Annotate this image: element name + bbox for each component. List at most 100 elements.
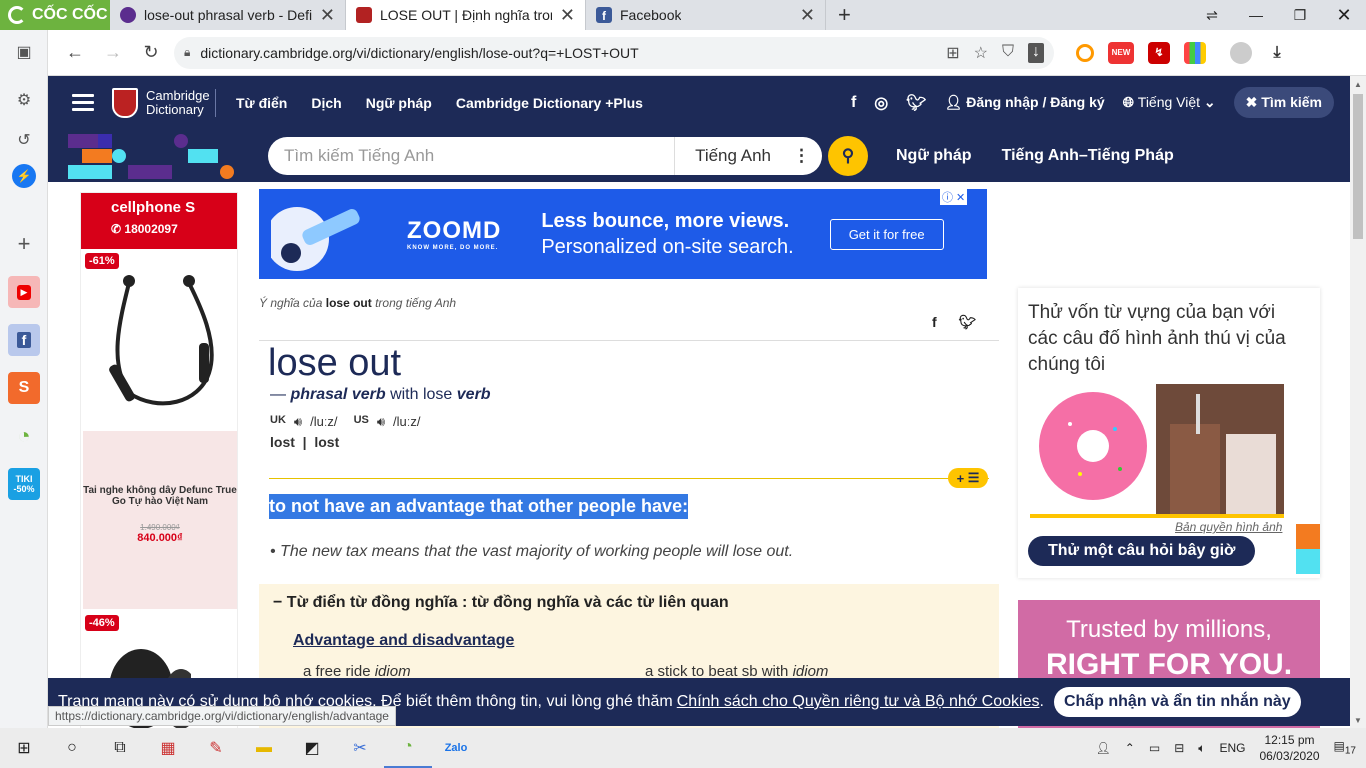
share-twitter-icon[interactable]: 🐦︎ (959, 314, 977, 331)
downloads-icon[interactable]: ⤓ (1266, 42, 1288, 64)
close-tab-icon[interactable]: ✕ (320, 5, 335, 26)
zalo-icon[interactable]: Zalo (432, 728, 480, 768)
login-link[interactable]: 👤︎ Đăng nhập / Đăng ký (945, 94, 1105, 111)
scroll-down-icon[interactable]: ▼ (1350, 712, 1366, 728)
us-audio-icon[interactable]: 🔊︎ (377, 414, 385, 430)
close-tab-icon[interactable]: ✕ (560, 5, 575, 26)
history-icon[interactable]: ↺ (8, 124, 40, 156)
coccoc-menu-button[interactable]: CỐC CỐC (0, 0, 110, 30)
file-explorer-icon[interactable]: ▬ (240, 728, 288, 768)
bookmark-star-icon[interactable]: ☆ (974, 43, 988, 63)
add-to-wordlist-button[interactable]: + ☰ (948, 468, 988, 488)
new-tab-button[interactable]: + (826, 2, 863, 28)
network-icon[interactable]: ⊟ (1174, 741, 1184, 755)
new-badge-extension-icon[interactable]: NEW (1108, 41, 1134, 64)
ad-cta-button[interactable]: Get it for free (829, 218, 944, 250)
ad-text-1: Trusted by millions, (1066, 616, 1272, 643)
clock[interactable]: 12:15 pm 06/03/2020 (1259, 732, 1319, 764)
forward-arrow-icon[interactable]: → (96, 36, 130, 70)
add-sidebar-app-icon[interactable]: + (8, 228, 40, 260)
ad-text-2: RIGHT FOR YOU. (1045, 648, 1293, 681)
twitter-icon[interactable]: 🐦︎ (906, 93, 926, 113)
privacy-policy-link[interactable]: Chính sách cho Quyền riêng tư và Bộ nhớ … (677, 693, 1040, 711)
reload-icon[interactable]: ↻ (134, 36, 168, 70)
notification-center-icon[interactable]: ▤17 (1334, 739, 1356, 756)
tray-chevron-icon[interactable]: ⌃ (1125, 741, 1135, 755)
window-controls: ⇌ — ❐ ✕ (1190, 0, 1366, 30)
search-language-selector[interactable]: Tiếng Anh ⋮ (674, 136, 822, 175)
translate-icon[interactable]: ⊞ (946, 43, 959, 63)
youtube-icon[interactable]: ▶ (8, 276, 40, 308)
windows-start-icon[interactable]: ⊞ (0, 728, 48, 768)
scrollbar-thumb[interactable] (1353, 94, 1363, 239)
thesaurus-link[interactable]: Advantage and disadvantage (293, 632, 514, 650)
zoomd-banner-ad[interactable]: ZOOMD KNOW MORE, DO MORE. Less bounce, m… (259, 189, 987, 279)
share-facebook-icon[interactable]: f (932, 314, 937, 331)
page-scrollbar[interactable]: ▲ ▼ (1350, 76, 1366, 728)
shield-icon[interactable]: ⛉ (1002, 43, 1014, 63)
uk-audio-icon[interactable]: 🔊︎ (294, 414, 302, 430)
tab-lose-out-phrasal[interactable]: lose-out phrasal verb - Defini ✕ (110, 0, 346, 30)
coccoc-taskbar-icon[interactable]: ◔ (384, 728, 432, 768)
close-tab-icon[interactable]: ✕ (800, 5, 815, 26)
app-icon[interactable]: ▦ (144, 728, 192, 768)
verb-forms: lost | lost (270, 434, 340, 450)
settings-gear-icon[interactable]: ⚙ (8, 84, 40, 116)
left-advertisement[interactable]: cellphone S ✆ 18002097 -61% Tai nghe khô… (80, 192, 238, 728)
accept-cookies-button[interactable]: Chấp nhận và ẩn tin nhắn này (1053, 687, 1301, 717)
nav-translate[interactable]: Dịch (311, 95, 341, 111)
tab-lose-out-definition[interactable]: LOSE OUT | Định nghĩa trong ✕ (346, 0, 586, 30)
coccoc-extension-icon[interactable] (1076, 43, 1094, 62)
messenger-icon[interactable]: ⚡ (12, 164, 36, 188)
input-language[interactable]: ENG (1219, 741, 1245, 755)
search-circle-icon[interactable]: ○ (48, 728, 96, 768)
profile-avatar-icon[interactable] (1230, 41, 1252, 64)
tab-facebook[interactable]: f Facebook ✕ (586, 0, 826, 30)
close-window-button[interactable]: ✕ (1322, 0, 1366, 30)
language-selector[interactable]: 🌐︎ Tiếng Việt ⌄ (1123, 94, 1216, 111)
snipping-tool-icon[interactable]: ✂ (336, 728, 384, 768)
task-view-icon[interactable]: ⧉ (96, 728, 144, 768)
try-quiz-button[interactable]: Thử một câu hỏi bây giờ (1028, 536, 1256, 566)
scroll-up-icon[interactable]: ▲ (1350, 76, 1366, 92)
url-field[interactable]: 🔒︎ dictionary.cambridge.org/vi/dictionar… (174, 36, 1054, 69)
nav-dictionary[interactable]: Từ điển (236, 95, 287, 111)
battery-icon[interactable]: ▭ (1149, 741, 1160, 755)
dictionary-search-input[interactable]: Tìm kiếm Tiếng Anh Tiếng Anh ⋮ (268, 136, 822, 175)
ad-choices-close-icon[interactable]: ⓘ ✕ (940, 189, 968, 205)
maximize-button[interactable]: ❐ (1278, 0, 1322, 30)
zoomd-logo-text: ZOOMD (407, 217, 502, 244)
facebook-favicon-icon: f (596, 7, 612, 23)
quiz-image[interactable] (1030, 384, 1284, 518)
paint-icon[interactable]: ✎ (192, 728, 240, 768)
pos-with: with lose (390, 386, 453, 403)
nav-plus[interactable]: Cambridge Dictionary +Plus (456, 95, 643, 111)
hamburger-menu-icon[interactable] (72, 94, 94, 111)
tiki-icon[interactable]: TIKI -50% (8, 468, 40, 500)
thesaurus-header[interactable]: − Từ điển từ đồng nghĩa : từ đồng nghĩa … (273, 594, 729, 612)
red-extension-icon[interactable]: ↯ (1148, 41, 1170, 64)
color-grid-extension-icon[interactable] (1184, 41, 1206, 64)
shopee-icon[interactable]: S (8, 372, 40, 404)
search-submit-icon[interactable]: ⚲ (828, 135, 868, 176)
nav-grammar[interactable]: Ngữ pháp (366, 95, 432, 111)
back-arrow-icon[interactable]: ← (58, 36, 92, 70)
tab-menu-icon[interactable]: ⇌ (1190, 0, 1234, 30)
sticky-notes-icon[interactable]: ◩ (288, 728, 336, 768)
address-bar-row: ← → ↻ 🔒︎ dictionary.cambridge.org/vi/dic… (48, 30, 1366, 76)
cambridge-logo[interactable]: Cambridge Dictionary (112, 87, 216, 118)
download-page-icon[interactable]: ↓ (1028, 42, 1044, 63)
minimize-button[interactable]: — (1234, 0, 1278, 30)
sublink-english-french[interactable]: Tiếng Anh–Tiếng Pháp (1002, 147, 1174, 165)
sublink-grammar[interactable]: Ngữ pháp (896, 147, 972, 165)
header-search-button[interactable]: ✖ Tìm kiếm (1233, 87, 1334, 118)
instagram-icon[interactable]: ◎ (874, 93, 888, 113)
people-icon[interactable]: 👤︎ (1096, 741, 1111, 755)
coccoc-game-icon[interactable]: ◔ (8, 420, 40, 452)
sidebar-toggle-icon[interactable]: ▣ (8, 36, 40, 68)
volume-icon[interactable]: 🔈︎ (1198, 741, 1205, 756)
facebook-icon[interactable]: f (851, 94, 856, 112)
facebook-icon[interactable]: f (8, 324, 40, 356)
image-copyright-link[interactable]: Bản quyền hình ảnh (1175, 520, 1282, 534)
pos-label: phrasal verb (290, 386, 386, 403)
